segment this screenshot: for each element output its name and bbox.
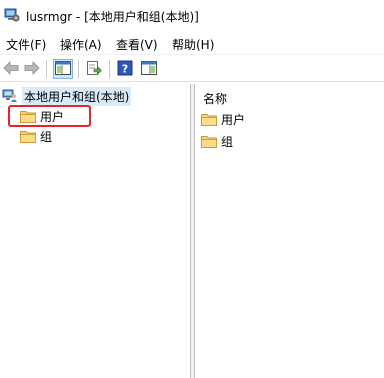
details-pane: 名称 用户 组 — [194, 84, 384, 378]
forward-button[interactable] — [22, 59, 42, 79]
list-item-groups-label: 组 — [221, 135, 234, 149]
show-hide-console-tree-icon — [55, 60, 71, 78]
folder-icon — [201, 135, 217, 148]
console-tree-pane: 本地用户和组(本地) 用户 组 — [0, 84, 191, 378]
toolbar-separator — [78, 60, 79, 78]
show-hide-console-tree-button[interactable] — [53, 59, 73, 79]
tree-item-users-label: 用户 — [40, 109, 65, 124]
toolbar-separator — [109, 60, 110, 78]
tree-root-node[interactable]: 本地用户和组(本地) — [2, 86, 132, 106]
folder-icon — [201, 113, 217, 126]
list-item-users-label: 用户 — [221, 113, 246, 127]
folder-icon — [20, 130, 36, 143]
tree-item-users[interactable]: 用户 — [20, 107, 64, 125]
back-button[interactable] — [1, 59, 21, 79]
show-hide-action-pane-icon — [141, 60, 157, 78]
help-button[interactable]: ? — [115, 59, 135, 79]
back-arrow-icon — [3, 60, 19, 78]
computer-management-icon — [4, 7, 20, 23]
export-list-button[interactable] — [84, 59, 104, 79]
list-item-users[interactable]: 用户 — [201, 111, 245, 128]
column-header-name[interactable]: 名称 — [203, 90, 227, 107]
folder-icon — [20, 110, 36, 123]
tree-item-groups[interactable]: 组 — [20, 127, 52, 145]
show-hide-action-pane-button[interactable] — [139, 59, 159, 79]
list-item-groups[interactable]: 组 — [201, 133, 233, 150]
menu-view[interactable]: 查看(V) — [116, 36, 158, 53]
toolbar-separator — [46, 60, 47, 78]
export-list-icon — [86, 60, 102, 79]
svg-text:?: ? — [122, 62, 128, 75]
tree-item-groups-label: 组 — [40, 129, 53, 144]
menu-action[interactable]: 操作(A) — [60, 36, 102, 53]
help-icon: ? — [117, 60, 133, 79]
window-title: lusrmgr - [本地用户和组(本地)] — [26, 10, 199, 24]
toolbar: ? — [0, 54, 384, 82]
title-bar: lusrmgr - [本地用户和组(本地)] — [0, 0, 384, 32]
tree-root-label: 本地用户和组(本地) — [22, 86, 132, 106]
menu-bar: 文件(F) 操作(A) 查看(V) 帮助(H) — [0, 32, 384, 54]
menu-help[interactable]: 帮助(H) — [172, 36, 214, 53]
forward-arrow-icon — [24, 60, 40, 78]
menu-file[interactable]: 文件(F) — [6, 36, 46, 53]
local-users-groups-icon — [2, 87, 18, 106]
